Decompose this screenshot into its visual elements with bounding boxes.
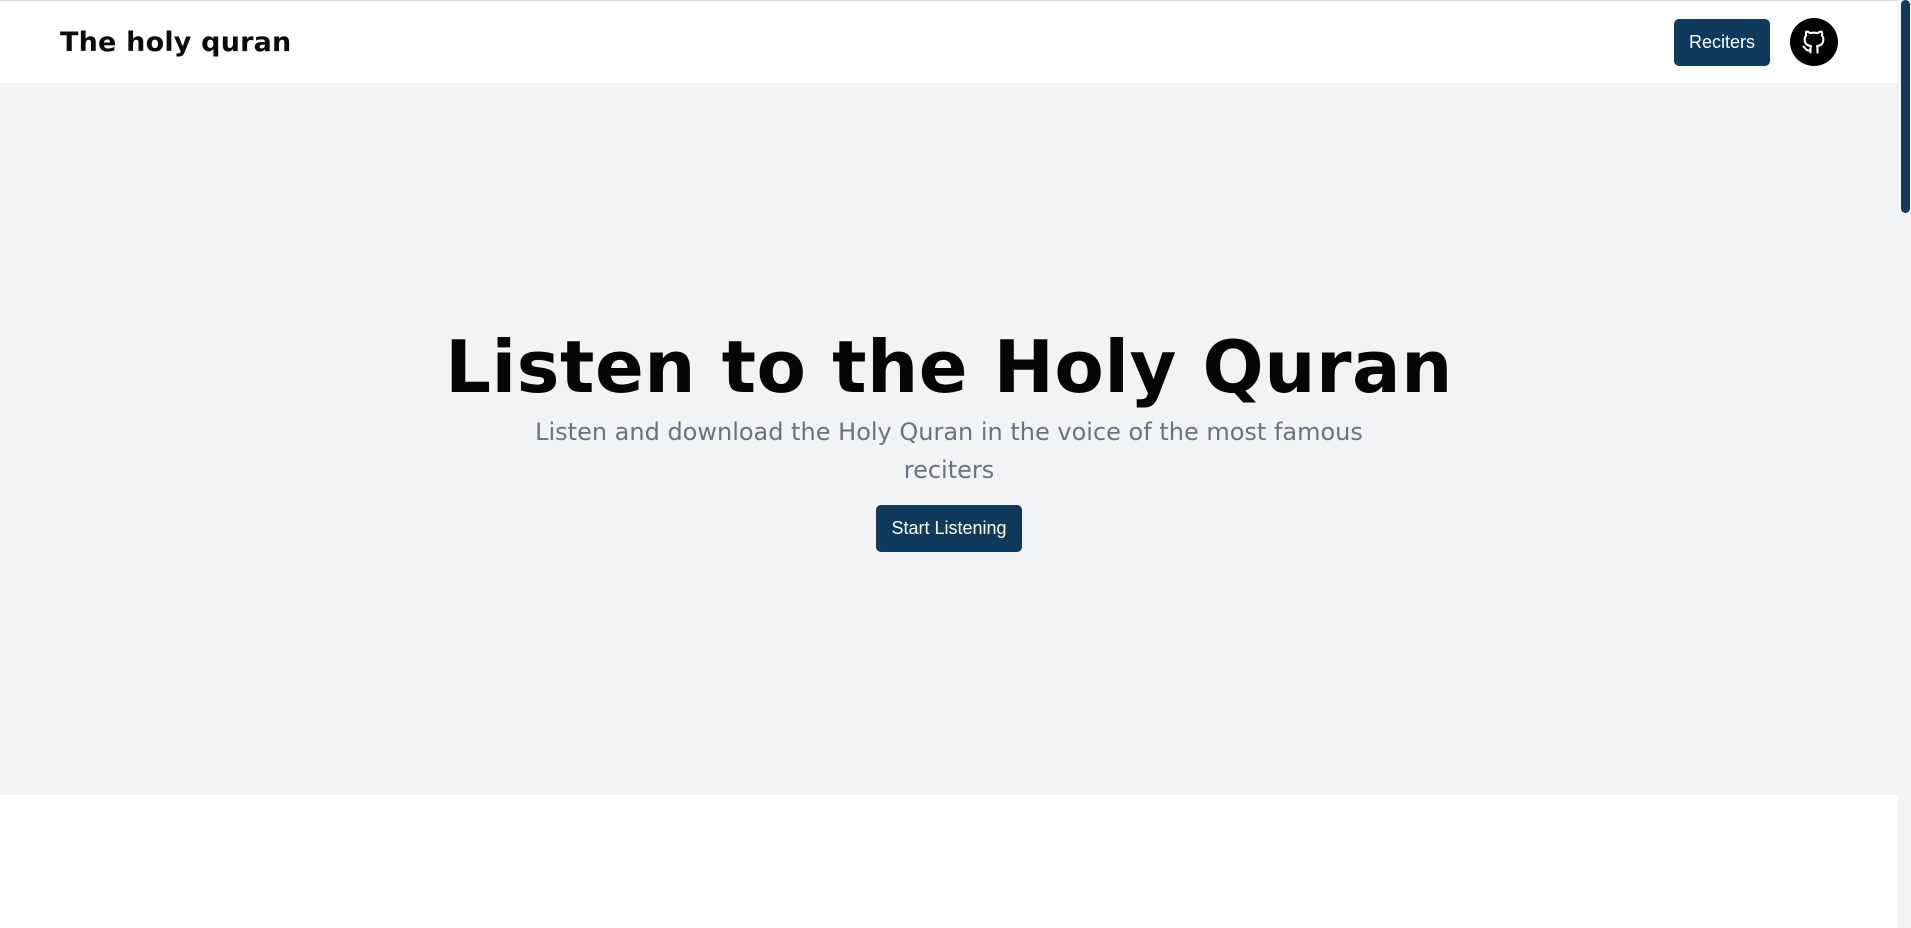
nav-actions: Reciters bbox=[1673, 18, 1838, 66]
scrollbar-thumb[interactable] bbox=[1901, 0, 1910, 213]
reciters-button[interactable]: Reciters bbox=[1673, 18, 1770, 66]
hero-title: Listen to the Holy Quran bbox=[445, 324, 1453, 409]
start-listening-button[interactable]: Start Listening bbox=[876, 505, 1022, 553]
github-link[interactable] bbox=[1790, 18, 1838, 66]
hero-section: Listen to the Holy Quran Listen and down… bbox=[0, 83, 1898, 795]
hero-subtitle: Listen and download the Holy Quran in th… bbox=[535, 418, 1363, 485]
github-icon bbox=[1802, 30, 1825, 54]
page: The holy quran Reciters Listen to the Ho… bbox=[0, 0, 1911, 928]
navbar: The holy quran Reciters bbox=[0, 0, 1898, 83]
brand-title[interactable]: The holy quran bbox=[60, 27, 291, 58]
scrollbar[interactable] bbox=[1898, 0, 1911, 928]
